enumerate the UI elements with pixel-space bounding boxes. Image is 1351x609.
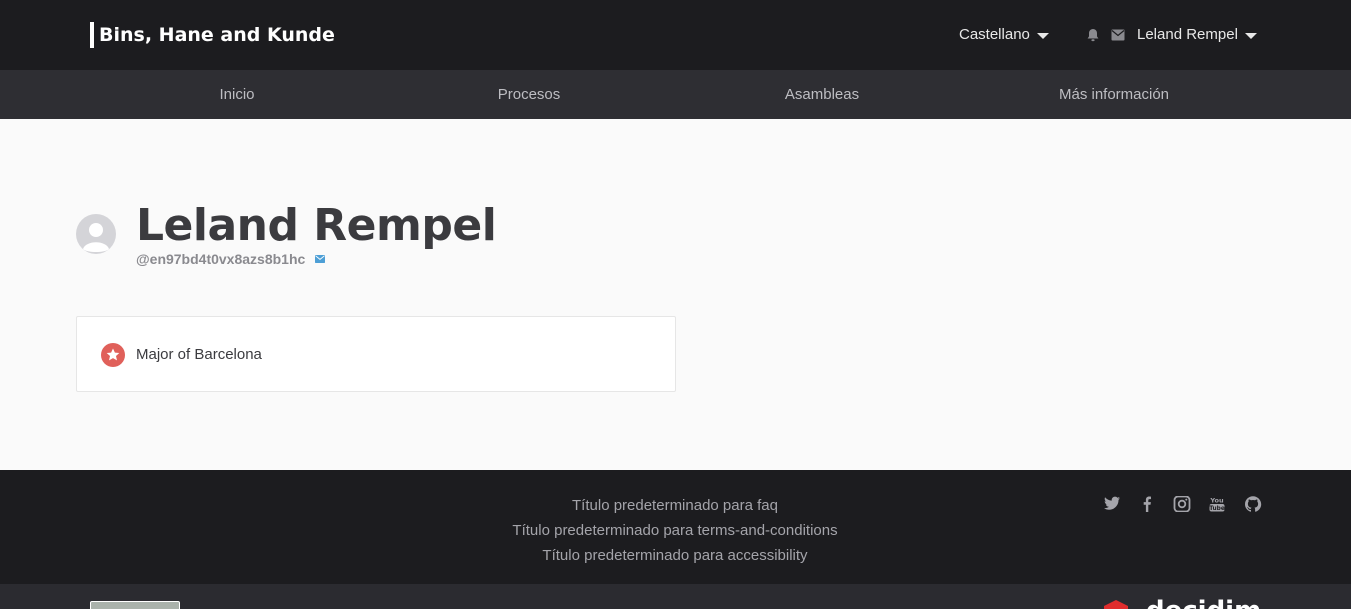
organization-logo-link[interactable]: Bins, Hane and Kunde bbox=[90, 22, 335, 48]
creative-commons-icon[interactable] bbox=[90, 601, 180, 609]
profile-nickname: @en97bd4t0vx8azs8b1hc bbox=[136, 251, 306, 267]
badge-card: Major of Barcelona bbox=[76, 316, 676, 392]
language-label: Castellano bbox=[959, 26, 1030, 43]
chevron-down-icon bbox=[1244, 33, 1257, 39]
youtube-icon[interactable]: You Tube bbox=[1208, 496, 1226, 513]
nav-item-asambleas[interactable]: Asambleas bbox=[785, 70, 859, 119]
user-menu[interactable]: Leland Rempel bbox=[1137, 24, 1257, 46]
top-header: Bins, Hane and Kunde Castellano Leland R… bbox=[0, 0, 1351, 70]
decidim-logo-text: decidim bbox=[1146, 598, 1261, 609]
nav-item-procesos[interactable]: Procesos bbox=[498, 70, 561, 119]
footer-link-faq[interactable]: Título predeterminado para faq bbox=[572, 496, 778, 516]
profile-name: Leland Rempel bbox=[136, 200, 497, 251]
envelope-icon[interactable] bbox=[1111, 29, 1125, 41]
main-footer: Título predeterminado para faq Título pr… bbox=[0, 470, 1351, 584]
profile-content: Leland Rempel @en97bd4t0vx8azs8b1hc Majo… bbox=[0, 119, 1351, 470]
main-navigation: Inicio Procesos Asambleas Más informació… bbox=[0, 70, 1351, 119]
bell-icon[interactable] bbox=[1086, 28, 1100, 42]
decidim-logo[interactable]: decidim bbox=[1104, 598, 1261, 609]
decidim-mark-icon bbox=[1104, 600, 1128, 609]
user-menu-name: Leland Rempel bbox=[1137, 26, 1238, 43]
chevron-down-icon bbox=[1036, 33, 1049, 39]
github-icon[interactable] bbox=[1244, 496, 1262, 512]
badge-label: Major of Barcelona bbox=[136, 346, 262, 363]
language-chooser[interactable]: Castellano bbox=[959, 24, 1049, 46]
profile-nickname-row: @en97bd4t0vx8azs8b1hc bbox=[136, 250, 326, 268]
facebook-icon[interactable] bbox=[1138, 496, 1156, 512]
twitter-icon[interactable] bbox=[1103, 496, 1121, 512]
instagram-icon[interactable] bbox=[1173, 496, 1191, 512]
sub-footer: decidim bbox=[0, 584, 1351, 609]
nav-item-inicio[interactable]: Inicio bbox=[219, 70, 254, 119]
footer-link-terms[interactable]: Título predeterminado para terms-and-con… bbox=[512, 521, 837, 541]
envelope-icon[interactable] bbox=[315, 255, 326, 263]
svg-text:Tube: Tube bbox=[1209, 506, 1225, 512]
avatar bbox=[76, 214, 116, 254]
svg-text:You: You bbox=[1209, 497, 1224, 505]
footer-link-accessibility[interactable]: Título predeterminado para accessibility bbox=[542, 546, 807, 566]
star-icon bbox=[101, 343, 125, 367]
nav-item-mas-informacion[interactable]: Más información bbox=[1059, 70, 1169, 119]
